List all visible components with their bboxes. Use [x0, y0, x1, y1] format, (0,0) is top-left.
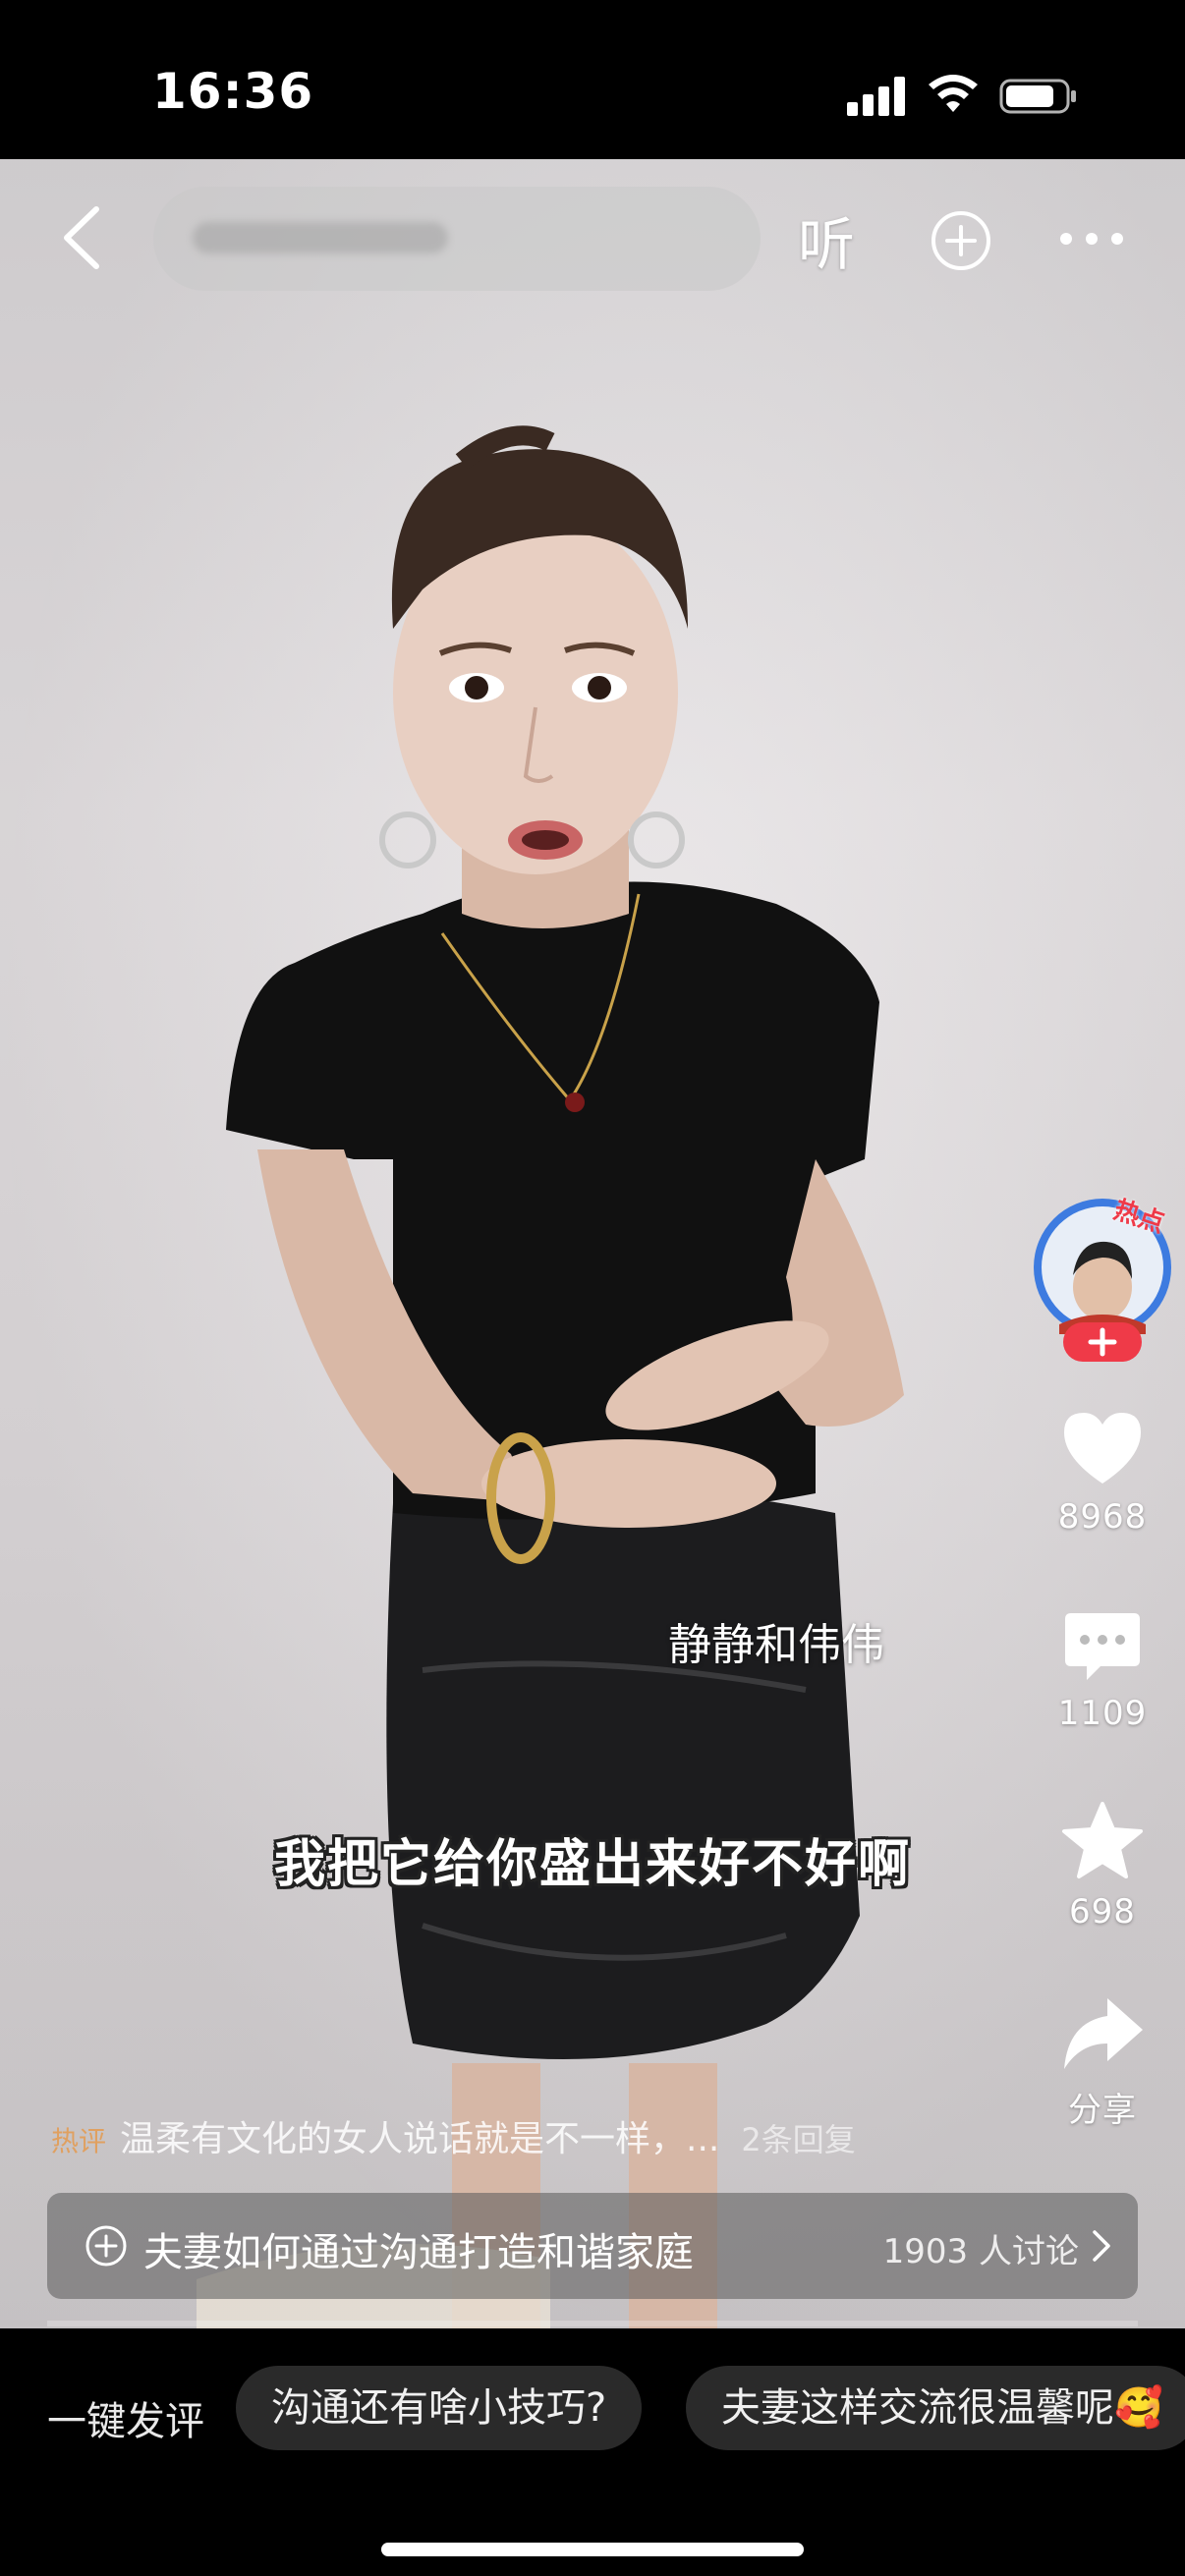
video-subtitle: 我把它给你盛出来好不好啊 — [273, 1835, 911, 1894]
plus-circle-icon[interactable] — [930, 209, 992, 272]
search-placeholder-blurred — [193, 222, 448, 253]
comment-count: 1109 — [1057, 1694, 1148, 1733]
topic-bar[interactable]: 夫妻如何通过沟通打造和谐家庭 1903 人讨论 — [47, 2193, 1138, 2299]
favorite-count: 698 — [1069, 1892, 1136, 1932]
comment-button[interactable]: 1109 — [1051, 1609, 1154, 1733]
heart-icon — [1064, 1413, 1141, 1484]
hot-comment-text: 温柔有文化的女人说话就是不一样，... — [120, 2119, 720, 2159]
plus-circle-icon — [85, 2225, 127, 2267]
quick-comment-chip[interactable]: 夫妻这样交流很温馨呢🥰 — [686, 2366, 1185, 2450]
share-label: 分享 — [1068, 2091, 1137, 2130]
search-input[interactable] — [153, 187, 761, 291]
wifi-icon — [929, 75, 978, 112]
chevron-left-icon[interactable] — [57, 203, 106, 272]
video-player[interactable]: 听 热点 8968 1109 698 分享 静静和伟伟 我把它给你盛出来好不好啊… — [0, 159, 1185, 2328]
more-dots-icon[interactable] — [1059, 232, 1124, 246]
topic-title: 夫妻如何通过沟通打造和谐家庭 — [143, 2230, 694, 2275]
cellular-signal-icon — [847, 77, 906, 116]
hot-comment-replies: 2条回复 — [741, 2121, 856, 2158]
like-count: 8968 — [1057, 1497, 1148, 1537]
share-arrow-icon — [1064, 1998, 1143, 2069]
listen-button[interactable]: 听 — [798, 198, 855, 281]
status-time: 16:36 — [152, 63, 314, 120]
video-progress-bar[interactable] — [47, 2321, 1138, 2326]
battery-icon — [999, 79, 1076, 114]
quick-comment-label: 一键发评 — [47, 2399, 204, 2444]
hot-comment-tag: 热评 — [51, 2125, 107, 2157]
hot-comment[interactable]: 热评 温柔有文化的女人说话就是不一样，... 2条回复 — [51, 2110, 856, 2161]
topic-discussion-count: 1903 人讨论 — [882, 2232, 1079, 2271]
quick-comment-bar: 一键发评 沟通还有啥小技巧? 夫妻这样交流很温馨呢🥰 — [0, 2328, 1185, 2576]
home-indicator[interactable] — [381, 2543, 804, 2556]
quick-comment-chip[interactable]: 沟通还有啥小技巧? — [236, 2366, 643, 2450]
video-frame-person — [197, 425, 904, 2328]
author-avatar[interactable]: 热点 — [1030, 1196, 1175, 1364]
share-button[interactable]: 分享 — [1051, 1994, 1154, 2131]
comment-bubble-icon — [1065, 1613, 1140, 1680]
chevron-right-icon — [1093, 2230, 1110, 2262]
status-bar: 16:36 — [0, 0, 1185, 159]
like-button[interactable]: 8968 — [1051, 1409, 1154, 1537]
creator-watermark: 静静和伟伟 — [668, 1620, 884, 1670]
